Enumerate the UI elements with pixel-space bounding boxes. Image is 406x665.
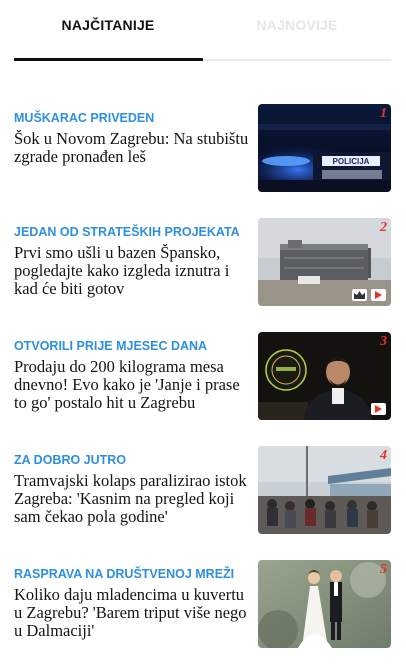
inactive-tab-indicator xyxy=(203,59,391,61)
article-item[interactable]: JEDAN OD STRATEŠKIH PROJEKATA Prvi smo u… xyxy=(14,218,391,315)
article-item[interactable]: OTVORILI PRIJE MJESEC DANA Prodaju do 20… xyxy=(14,332,391,429)
rank-number: 2 xyxy=(380,220,387,235)
article-kicker: JEDAN OD STRATEŠKIH PROJEKATA xyxy=(14,225,240,239)
article-headline[interactable]: Tramvajski kolaps paralizirao istok Zagr… xyxy=(14,472,250,526)
police-car-photo: POLICIJA xyxy=(258,104,391,192)
article-item[interactable]: MUŠKARAC PRIVEDEN Šok u Novom Zagrebu: N… xyxy=(14,104,391,201)
active-tab-indicator xyxy=(14,58,203,61)
article-headline[interactable]: Prvi smo ušli u bazen Špansko, pogledajt… xyxy=(14,244,250,298)
article-headline[interactable]: Šok u Novom Zagrebu: Na stubištu zgrade … xyxy=(14,130,250,166)
rank-number: 5 xyxy=(380,562,387,577)
video-play-icon xyxy=(371,289,386,301)
article-kicker: RASPRAVA NA DRUŠTVENOJ MREŽI xyxy=(14,567,235,581)
article-headline[interactable]: Koliko daju mladencima u kuvertu u Zagre… xyxy=(14,586,250,640)
article-thumbnail[interactable]: 4 xyxy=(258,446,391,534)
rank-number: 4 xyxy=(380,448,387,463)
article-headline[interactable]: Prodaju do 200 kilograma mesa dnevno! Ev… xyxy=(14,358,250,412)
article-thumbnail[interactable]: 2 xyxy=(258,218,391,306)
video-play-icon xyxy=(371,403,386,415)
article-item[interactable]: ZA DOBRO JUTRO Tramvajski kolaps paraliz… xyxy=(14,446,391,543)
tab-most-read[interactable]: NAJČITANIJE xyxy=(14,17,202,33)
rank-number: 1 xyxy=(380,106,387,121)
article-item[interactable]: RASPRAVA NA DRUŠTVENOJ MREŽI Koliko daju… xyxy=(14,560,391,657)
article-kicker: MUŠKARAC PRIVEDEN xyxy=(14,111,155,125)
tab-newest[interactable]: NAJNOVIJE xyxy=(203,17,391,33)
rank-number: 3 xyxy=(380,334,387,349)
svg-text:POLICIJA: POLICIJA xyxy=(333,157,370,166)
article-thumbnail[interactable]: POLICIJA 1 xyxy=(258,104,391,192)
article-thumbnail[interactable]: 3 xyxy=(258,332,391,420)
article-kicker: OTVORILI PRIJE MJESEC DANA xyxy=(14,339,208,353)
gallery-icon xyxy=(352,289,367,301)
wedding-cake-topper-photo xyxy=(258,560,391,648)
tab-bar: NAJČITANIJE NAJNOVIJE xyxy=(14,0,391,62)
article-kicker: ZA DOBRO JUTRO xyxy=(14,453,127,467)
tram-stop-crowd-photo xyxy=(258,446,391,534)
article-thumbnail[interactable]: 5 xyxy=(258,560,391,648)
